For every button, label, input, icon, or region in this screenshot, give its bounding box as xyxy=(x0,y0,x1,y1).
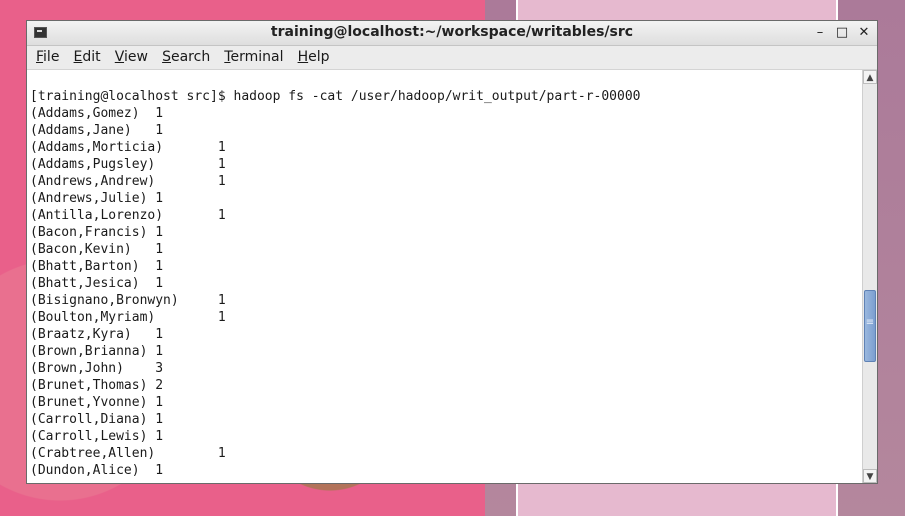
scroll-up-icon[interactable]: ▲ xyxy=(863,70,877,84)
output-line: (Carroll,Lewis) 1 xyxy=(30,429,164,444)
terminal-text: [training@localhost src]$ hadoop fs -cat… xyxy=(30,88,640,479)
menu-search[interactable]: Search xyxy=(162,46,210,69)
scroll-thumb[interactable] xyxy=(864,290,876,362)
output-line: (Braatz,Kyra) 1 xyxy=(30,327,164,342)
output-line: (Bhatt,Jesica) 1 xyxy=(30,276,164,291)
output-line: (Bhatt,Barton) 1 xyxy=(30,259,164,274)
output-line: (Andrews,Andrew) 1 xyxy=(30,174,226,189)
output-line: (Addams,Gomez) 1 xyxy=(30,106,164,121)
output-line: (Boulton,Myriam) 1 xyxy=(30,310,226,325)
menu-view[interactable]: View xyxy=(115,46,148,69)
menu-help[interactable]: Help xyxy=(298,46,330,69)
menu-terminal[interactable]: Terminal xyxy=(224,46,283,69)
terminal-output[interactable]: [training@localhost src]$ hadoop fs -cat… xyxy=(27,70,861,483)
menu-edit[interactable]: Edit xyxy=(74,46,101,69)
output-line: (Bisignano,Bronwyn) 1 xyxy=(30,293,226,308)
output-line: (Andrews,Julie) 1 xyxy=(30,191,164,206)
output-line: (Brown,Brianna) 1 xyxy=(30,344,164,359)
vertical-scrollbar[interactable]: ▲ ▼ xyxy=(862,70,877,483)
title-bar[interactable]: training@localhost:~/workspace/writables… xyxy=(27,21,877,46)
terminal-window: training@localhost:~/workspace/writables… xyxy=(26,20,878,484)
output-line: (Carroll,Diana) 1 xyxy=(30,412,164,427)
maximize-icon[interactable]: □ xyxy=(833,24,851,42)
minimize-icon[interactable]: – xyxy=(811,24,829,42)
scroll-down-icon[interactable]: ▼ xyxy=(863,469,877,483)
output-line: (Brown,John) 3 xyxy=(30,361,164,376)
output-line: (Brunet,Thomas) 2 xyxy=(30,378,164,393)
output-line: (Addams,Morticia) 1 xyxy=(30,140,226,155)
menu-bar: File Edit View Search Terminal Help xyxy=(27,46,877,70)
output-line: (Addams,Pugsley) 1 xyxy=(30,157,226,172)
output-line: (Brunet,Yvonne) 1 xyxy=(30,395,164,410)
output-line: (Addams,Jane) 1 xyxy=(30,123,164,138)
menu-file[interactable]: File xyxy=(36,46,59,69)
output-line: (Bacon,Francis) 1 xyxy=(30,225,164,240)
output-line: (Crabtree,Allen) 1 xyxy=(30,446,226,461)
command-line: [training@localhost src]$ hadoop fs -cat… xyxy=(30,89,641,104)
output-line: (Antilla,Lorenzo) 1 xyxy=(30,208,226,223)
window-title: training@localhost:~/workspace/writables… xyxy=(270,24,634,40)
output-line: (Bacon,Kevin) 1 xyxy=(30,242,164,257)
close-icon[interactable]: ✕ xyxy=(855,24,873,42)
output-line: (Dundon,Alice) 1 xyxy=(30,463,164,478)
